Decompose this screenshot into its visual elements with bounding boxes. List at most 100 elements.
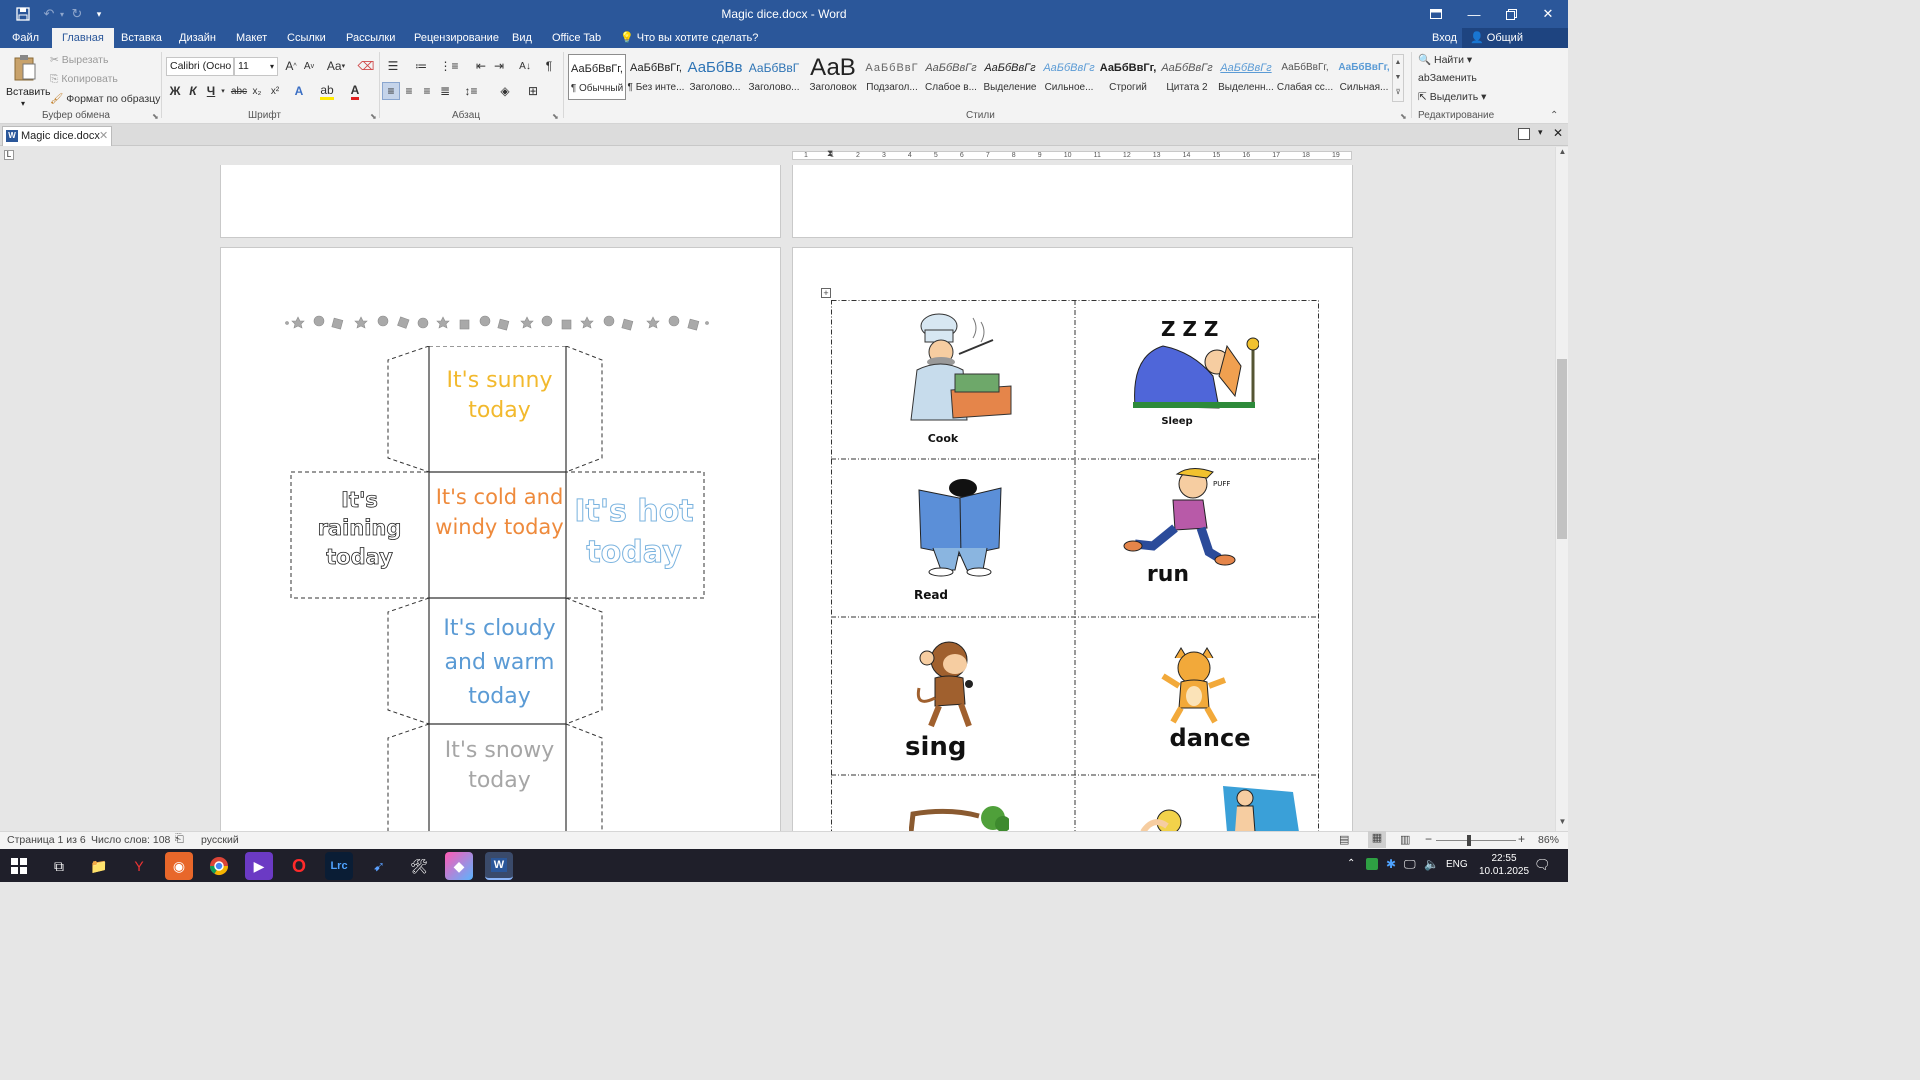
change-case-button[interactable]: Aa ▾ [324, 57, 348, 75]
app-bird-icon[interactable]: ➹ [365, 852, 393, 880]
style-no-spacing[interactable]: АаБбВвГг, ¶ Без инте... [627, 54, 685, 100]
style-quote2[interactable]: АаБбВвГг Цитата 2 [1158, 54, 1216, 100]
pilcrow-icon[interactable]: ¶ [540, 57, 558, 75]
style-heading2[interactable]: АаБбВвГ Заголово... [745, 54, 803, 100]
clear-formatting-icon[interactable]: ⌫ [357, 57, 375, 75]
tab-file[interactable]: Файл [4, 28, 47, 48]
show-hidden-icons-icon[interactable]: ⌃ [1347, 858, 1355, 869]
opera-icon[interactable]: O [285, 852, 313, 880]
style-strong[interactable]: АаБбВвГг, Строгий [1099, 54, 1157, 100]
align-left-icon[interactable]: ≡ [382, 82, 400, 100]
indent-marker-icon[interactable]: ⧗ [827, 148, 833, 159]
strikethrough-icon[interactable]: abc [230, 82, 248, 100]
file-explorer-icon[interactable]: 📁 [85, 852, 113, 880]
notifications-icon[interactable]: 🗨 [1534, 857, 1551, 873]
share-button[interactable]: 👤 Общий доступ [1462, 28, 1568, 64]
page-count[interactable]: Страница 1 из 6 [7, 834, 86, 846]
zoom-out-icon[interactable]: − [1425, 832, 1432, 846]
tab-design[interactable]: Дизайн [171, 28, 224, 48]
tab-view[interactable]: Вид [504, 28, 540, 48]
ribbon-display-options-icon[interactable] [1418, 0, 1454, 28]
lightroom-icon[interactable]: Lrc [325, 852, 353, 880]
word-count[interactable]: Число слов: 108 [91, 834, 170, 846]
document-canvas[interactable]: It's sunny today It's raining today It's… [0, 165, 1555, 831]
tell-me-box[interactable]: 💡 Что вы хотите сделать? [612, 28, 766, 48]
tab-office-tab[interactable]: Office Tab [544, 28, 609, 48]
scroll-down-arrow-icon[interactable]: ▼ [1557, 817, 1568, 830]
tab-home[interactable]: Главная [52, 28, 114, 48]
line-spacing-icon[interactable]: ↕≡ [462, 82, 480, 100]
tab-references[interactable]: Ссылки [279, 28, 334, 48]
minimize-icon[interactable]: — [1456, 0, 1492, 28]
zoom-slider[interactable] [1436, 840, 1516, 841]
collapse-ribbon-icon[interactable]: ⌃ [1550, 110, 1558, 121]
tab-list-dropdown-icon[interactable]: ▾ [1538, 127, 1543, 138]
save-icon[interactable] [6, 0, 40, 28]
scroll-thumb[interactable] [1557, 359, 1567, 539]
find-button[interactable]: 🔍 Найти ▾ [1418, 53, 1472, 66]
bullets-icon[interactable]: ☰ [384, 57, 402, 75]
sort-icon[interactable]: A↓ [516, 57, 534, 75]
zoom-in-icon[interactable]: + [1518, 832, 1525, 846]
highlight-icon[interactable]: ab [318, 82, 336, 100]
style-intense-reference[interactable]: АаБбВвГг, Сильная... [1335, 54, 1393, 100]
multilevel-list-icon[interactable]: ⋮≡ [440, 57, 459, 75]
decrease-indent-icon[interactable]: ⇤ [472, 57, 490, 75]
tab-layout[interactable]: Макет [228, 28, 275, 48]
doc-tab[interactable]: W Magic dice.docx ✕ [2, 126, 112, 146]
select-button[interactable]: ⇱ Выделить ▾ [1418, 91, 1486, 103]
font-name-combo[interactable]: Calibri (Осно [166, 57, 234, 76]
bluetooth-icon[interactable]: ✱ [1386, 857, 1396, 871]
style-intense-quote[interactable]: АаБбВвГг Выделенн... [1217, 54, 1275, 100]
sign-in-link[interactable]: Вход [1424, 28, 1465, 48]
align-center-icon[interactable]: ≡ [400, 82, 418, 100]
style-emphasis[interactable]: АаБбВвГг Выделение [981, 54, 1039, 100]
font-size-combo[interactable]: 11 ▾ [234, 57, 278, 76]
print-layout-icon[interactable]: ▦ [1368, 831, 1386, 848]
tab-insert[interactable]: Вставка [113, 28, 170, 48]
styles-launcher-icon[interactable]: ⬊ [1400, 112, 1407, 121]
restore-icon[interactable] [1493, 0, 1529, 28]
shrink-font-icon[interactable]: Av [300, 57, 318, 75]
cut-button[interactable]: ✂ Вырезать [50, 54, 108, 66]
scroll-up-arrow-icon[interactable]: ▲ [1557, 147, 1568, 160]
tab-selector-icon[interactable]: L [4, 150, 14, 160]
tab-review[interactable]: Рецензирование [406, 28, 507, 48]
underline-dropdown-icon[interactable]: ▾ [218, 82, 228, 100]
new-tab-icon[interactable] [1518, 128, 1530, 140]
grow-font-icon[interactable]: A ^ [282, 57, 300, 75]
borders-icon[interactable]: ⊞ [524, 82, 542, 100]
read-mode-icon[interactable]: ▤ [1339, 833, 1349, 846]
paragraph-launcher-icon[interactable]: ⬊ [552, 112, 559, 121]
numbering-icon[interactable]: ≔ [412, 57, 430, 75]
style-title[interactable]: АаВ Заголовок [804, 54, 862, 100]
clipboard-launcher-icon[interactable]: ⬊ [152, 112, 159, 121]
app-orange-icon[interactable]: ◉ [165, 852, 193, 880]
close-icon[interactable]: ✕ [1530, 0, 1566, 28]
tab-close-icon[interactable]: ✕ [99, 127, 108, 145]
align-right-icon[interactable]: ≡ [418, 82, 436, 100]
task-view-icon[interactable]: ⧉ [45, 852, 73, 880]
style-intense-emphasis[interactable]: АаБбВвГг Сильное... [1040, 54, 1098, 100]
shading-icon[interactable]: ◈ [496, 82, 514, 100]
web-layout-icon[interactable]: ▥ [1400, 833, 1410, 846]
styles-scroll[interactable]: ▲ ▼ ⊽ [1392, 54, 1404, 102]
replace-button[interactable]: abЗаменить [1418, 72, 1477, 84]
start-windows-icon[interactable] [5, 852, 33, 880]
italic-icon[interactable]: К [184, 82, 202, 100]
style-normal[interactable]: АаБбВвГг, ¶ Обычный [568, 54, 626, 100]
style-heading1[interactable]: АаБбВв Заголово... [686, 54, 744, 100]
customize-qat-icon[interactable]: ▾ [90, 0, 108, 28]
app-colorful-icon[interactable]: ◆ [445, 852, 473, 880]
format-painter-button[interactable]: 🖌 Формат по образцу [50, 92, 160, 105]
input-language[interactable]: ENG [1446, 859, 1468, 870]
word-taskbar-icon[interactable]: W [485, 852, 513, 880]
font-launcher-icon[interactable]: ⬊ [370, 112, 377, 121]
horizontal-ruler[interactable]: 1 1 2 3 4 5 6 7 8 9 10 11 12 13 14 15 16… [792, 151, 1352, 160]
language-indicator[interactable]: русский [201, 834, 239, 846]
style-subtle-emphasis[interactable]: АаБбВвГг Слабое в... [922, 54, 980, 100]
bold-icon[interactable]: Ж [166, 82, 184, 100]
style-subtitle[interactable]: АаБбВвГ Подзагол... [863, 54, 921, 100]
table-move-handle-icon[interactable]: + [821, 288, 831, 298]
text-effects-icon[interactable]: A [290, 82, 308, 100]
